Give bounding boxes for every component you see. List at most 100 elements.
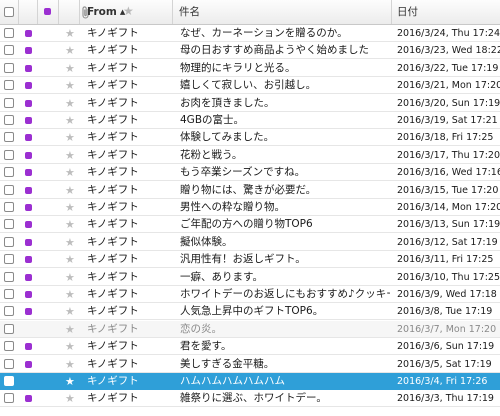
tag-icon[interactable] [25, 64, 32, 72]
tag-icon[interactable] [25, 291, 32, 298]
from-column-header[interactable]: From ▲ [80, 0, 173, 24]
tag-icon[interactable] [25, 99, 32, 107]
tag-column-header[interactable] [19, 0, 51, 24]
message-row[interactable]: ★ キノギフト 一癖、あります。 2016/3/10, Thu 17:25 [0, 269, 500, 286]
star-icon[interactable]: ★ [65, 42, 75, 59]
star-icon[interactable]: ★ [65, 112, 75, 129]
row-checkbox[interactable] [4, 271, 14, 282]
star-icon[interactable]: ★ [65, 60, 75, 77]
message-row[interactable]: ★ キノギフト 美しすぎる金平糖。 2016/3/5, Sat 17:19 [0, 356, 500, 373]
subject: 花粉と戦う。 [180, 148, 243, 161]
row-checkbox[interactable] [4, 45, 14, 56]
tag-icon[interactable] [25, 47, 32, 55]
tag-icon[interactable] [25, 204, 32, 211]
message-row[interactable]: ★ キノギフト ハムハムハムハムハム 2016/3/4, Fri 17:26 [0, 373, 500, 390]
row-checkbox[interactable] [4, 393, 14, 404]
star-icon[interactable]: ★ [65, 77, 75, 94]
message-row[interactable]: ★ キノギフト 男性への粋な贈り物。 2016/3/14, Mon 17:20 [0, 199, 500, 216]
star-icon[interactable]: ★ [65, 269, 75, 286]
message-row[interactable]: ★ キノギフト ご年配の方への贈り物TOP6 2016/3/13, Sun 17:19 [0, 216, 500, 234]
star-column-header[interactable]: ★ [59, 0, 134, 24]
tag-icon[interactable] [25, 169, 32, 177]
message-row[interactable]: ★ キノギフト なぜ、カーネーションを贈るのか。 2016/3/24, Thu 17:… [0, 25, 500, 42]
message-row[interactable]: ★ キノギフト 母の日おすすめ商品ようやく始めました 2016/3/23, Wed 1… [0, 42, 500, 60]
subject-column-header[interactable]: 件名 [173, 0, 392, 24]
row-checkbox[interactable] [4, 97, 14, 108]
row-checkbox[interactable] [4, 167, 14, 178]
tag-icon[interactable] [25, 256, 32, 264]
tag-icon[interactable] [25, 82, 32, 90]
message-row[interactable]: ★ キノギフト 擬似体験。 2016/3/12, Sat 17:19 [0, 234, 500, 251]
star-icon[interactable]: ★ [65, 25, 75, 42]
tag-icon[interactable] [25, 221, 32, 229]
star-icon[interactable]: ★ [65, 390, 75, 407]
message-row[interactable]: ★ キノギフト 雑祭りに選ぶ、ホワイトデー。 2016/3/3, Thu 17:19 [0, 390, 500, 408]
received-date: 2016/3/13, Sun 17:19 [397, 219, 500, 231]
star-icon[interactable]: ★ [65, 373, 75, 390]
message-row[interactable]: ★ キノギフト 花粉と戦う。 2016/3/17, Thu 17:20 [0, 147, 500, 164]
sender: キノギフト [87, 201, 139, 213]
message-row[interactable]: ★ キノギフト ホワイトデーのお返しにもおすすめ♪クッキー特集 2016/3/9, W… [0, 286, 500, 303]
star-icon[interactable]: ★ [65, 147, 75, 164]
subject-column-label: 件名 [179, 6, 200, 18]
star-icon[interactable]: ★ [65, 321, 75, 338]
message-row[interactable]: ★ キノギフト お肉を頂きました。 2016/3/20, Sun 17:19 [0, 95, 500, 112]
star-icon[interactable]: ★ [65, 129, 75, 146]
row-checkbox[interactable] [4, 306, 14, 317]
tag-icon[interactable] [25, 186, 32, 194]
row-checkbox[interactable] [4, 184, 14, 195]
message-row[interactable]: ★ キノギフト 物理的にキラリと光る。 2016/3/22, Tue 17:19 [0, 60, 500, 77]
row-checkbox[interactable] [4, 115, 14, 125]
star-icon[interactable]: ★ [65, 234, 75, 251]
row-checkbox[interactable] [4, 132, 14, 143]
message-row[interactable]: ★ キノギフト 汎用性有！お返しギフト。 2016/3/11, Fri 17:25 [0, 251, 500, 269]
row-checkbox[interactable] [4, 149, 14, 160]
row-checkbox[interactable] [4, 62, 14, 73]
row-checkbox[interactable] [4, 28, 14, 38]
star-icon[interactable]: ★ [65, 182, 75, 199]
message-row[interactable]: ★ キノギフト 人気急上昇中のギフトTOP6。 2016/3/8, Tue 17:19 [0, 303, 500, 321]
tag-icon[interactable] [25, 343, 32, 351]
message-row[interactable]: ★ キノギフト 君を愛す。 2016/3/6, Sun 17:19 [0, 338, 500, 356]
tag-icon[interactable] [25, 395, 32, 403]
tag-icon[interactable] [25, 273, 32, 281]
star-icon[interactable]: ★ [65, 338, 75, 355]
sender: キノギフト [87, 288, 139, 300]
row-checkbox[interactable] [4, 289, 14, 299]
select-all-column[interactable] [0, 0, 19, 24]
message-row[interactable]: ★ キノギフト 体験してみました。 2016/3/18, Fri 17:25 [0, 129, 500, 147]
tag-icon[interactable] [25, 238, 32, 246]
message-row[interactable]: ★ キノギフト 4GBの富士。 2016/3/19, Sat 17:21 [0, 112, 500, 129]
message-row[interactable]: ★ キノギフト もう卒業シーズンですね。 2016/3/16, Wed 17:16 [0, 164, 500, 182]
message-row[interactable]: ★ キノギフト 贈り物には、驚きが必要だ。 2016/3/15, Tue 17:20 [0, 182, 500, 199]
tag-icon[interactable] [25, 30, 32, 37]
row-checkbox[interactable] [4, 202, 14, 212]
subject: お肉を頂きました。 [180, 96, 275, 109]
attachment-column-header[interactable] [38, 0, 89, 24]
tag-icon[interactable] [25, 117, 32, 124]
message-row[interactable]: ★ キノギフト 恋の炎。 2016/3/7, Mon 17:20 [0, 320, 500, 338]
tag-icon[interactable] [25, 360, 32, 368]
tag-icon[interactable] [25, 134, 32, 142]
row-checkbox[interactable] [4, 80, 14, 91]
row-checkbox[interactable] [4, 254, 14, 265]
star-icon[interactable]: ★ [65, 286, 75, 303]
row-checkbox[interactable] [4, 376, 14, 386]
star-icon[interactable]: ★ [65, 303, 75, 320]
star-icon[interactable]: ★ [65, 164, 75, 181]
row-checkbox[interactable] [4, 236, 14, 247]
tag-icon[interactable] [25, 308, 32, 316]
date-column-header[interactable]: 日付 [392, 0, 500, 24]
row-checkbox[interactable] [4, 219, 14, 230]
star-icon[interactable]: ★ [65, 216, 75, 233]
row-checkbox[interactable] [4, 358, 14, 369]
star-icon[interactable]: ★ [65, 251, 75, 268]
star-icon[interactable]: ★ [65, 95, 75, 112]
star-icon[interactable]: ★ [65, 199, 75, 216]
tag-icon[interactable] [25, 151, 32, 159]
message-row[interactable]: ★ キノギフト 嬉しくて寂しい、お引越し。 2016/3/21, Mon 17:20 [0, 77, 500, 95]
row-checkbox[interactable] [4, 323, 14, 334]
select-all-checkbox[interactable] [4, 7, 14, 17]
star-icon[interactable]: ★ [65, 356, 75, 373]
row-checkbox[interactable] [4, 341, 14, 352]
